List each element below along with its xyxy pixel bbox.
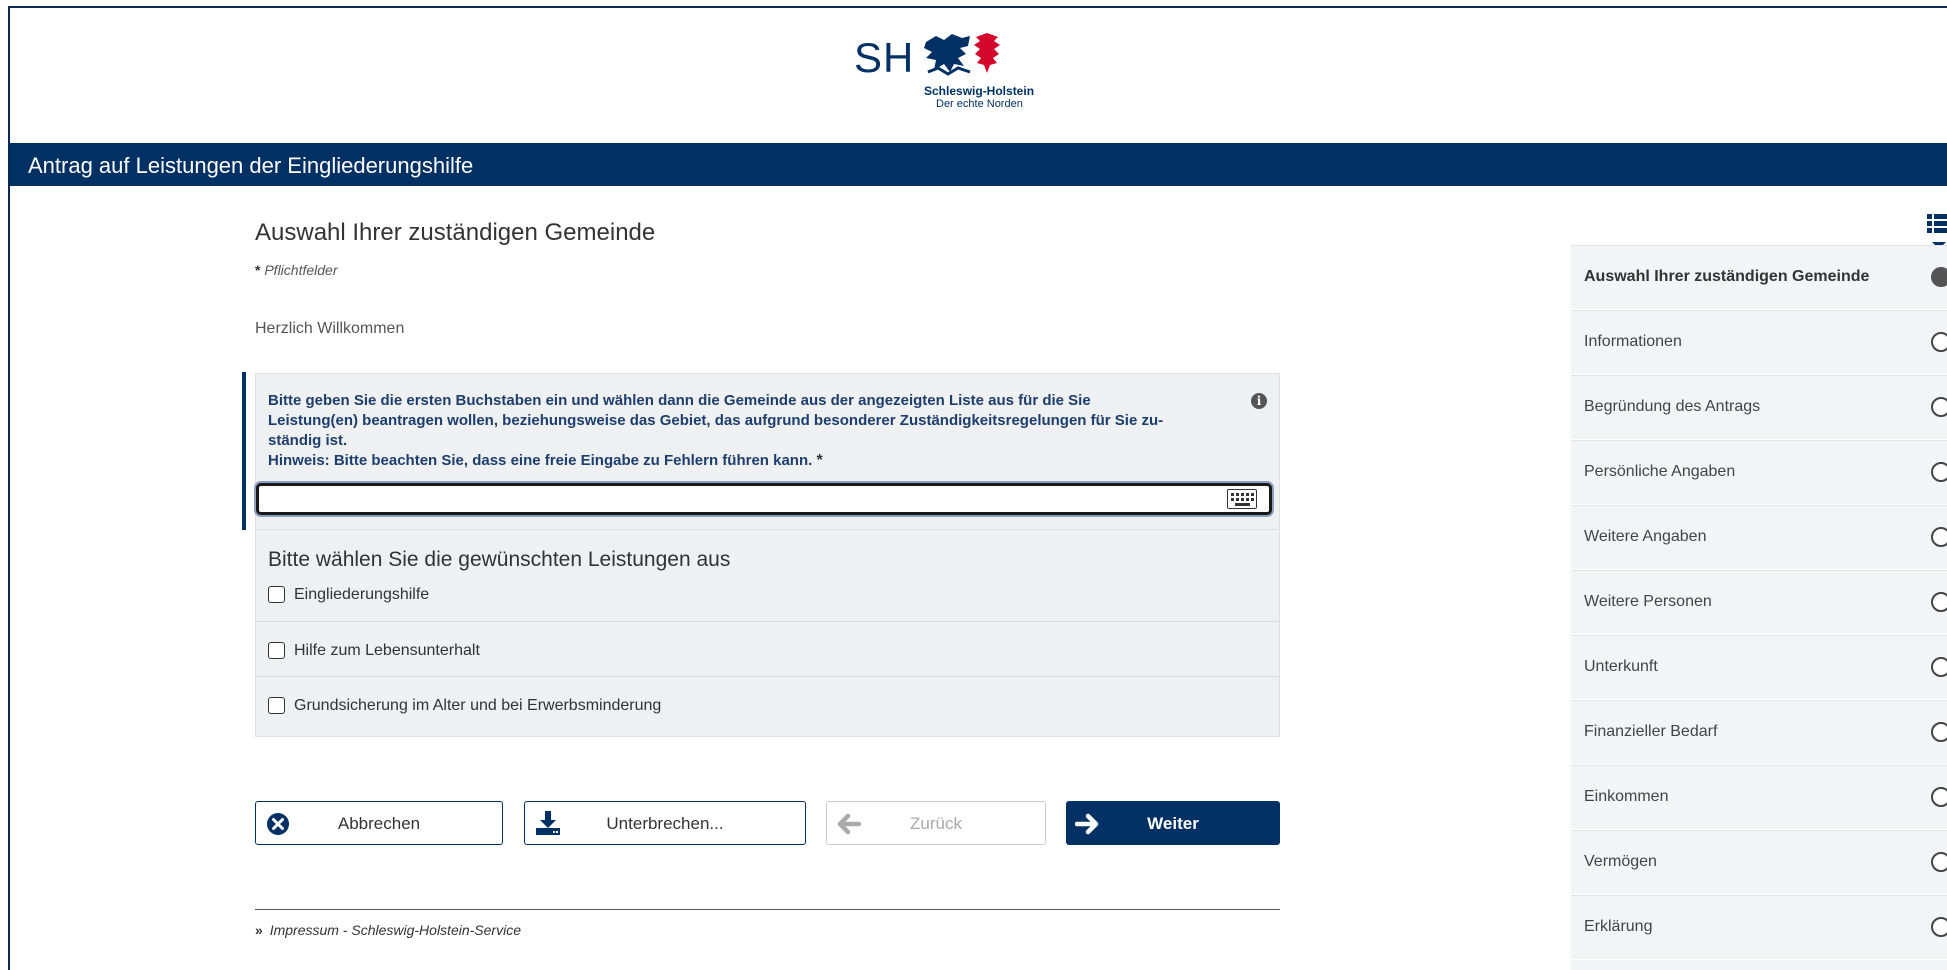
step-label[interactable]: Persönliche Angaben xyxy=(1584,463,1735,481)
step-weitere-angaben[interactable]: Weitere Angaben xyxy=(1571,505,1947,570)
step-informationen[interactable]: Informationen xyxy=(1571,310,1947,375)
cancel-button[interactable]: Abbrechen xyxy=(255,801,503,845)
step-status-empty-icon xyxy=(1931,657,1947,677)
label-line-4: Hinweis: Bitte beachten Sie, dass eine f… xyxy=(268,452,823,469)
step-unterkunft[interactable]: Unterkunft xyxy=(1571,635,1947,700)
step-status-empty-icon xyxy=(1931,917,1947,937)
lion-icon xyxy=(924,34,971,76)
step-status-empty-icon xyxy=(1931,462,1947,482)
steps-sidebar: Auswahl Ihrer zuständigen Gemeinde Infor… xyxy=(1571,245,1947,970)
field-focus-accent xyxy=(242,372,246,530)
back-label: Zurück xyxy=(910,814,962,833)
welcome-text: Herzlich Willkommen xyxy=(255,320,405,337)
steps-list-icon[interactable] xyxy=(1927,214,1947,234)
logo-abbr: SH xyxy=(854,34,915,81)
municipality-input[interactable] xyxy=(256,483,1272,515)
step-label[interactable]: Weitere Personen xyxy=(1584,593,1712,611)
required-marker: * xyxy=(255,262,261,278)
logo-slogan: Der echte Norden xyxy=(936,98,1023,110)
step-label[interactable]: Auswahl Ihrer zuständigen Gemeinde xyxy=(1584,268,1869,286)
services-title: Bitte wählen Sie die gewünschten Leistun… xyxy=(268,548,731,571)
double-chevron-right-icon: » xyxy=(255,922,263,938)
step-status-empty-icon xyxy=(1931,592,1947,612)
step-label[interactable]: Einkommen xyxy=(1584,788,1668,806)
pause-button[interactable]: Unterbrechen... xyxy=(524,801,806,845)
step-gemeinde[interactable]: Auswahl Ihrer zuständigen Gemeinde xyxy=(1571,245,1947,310)
next-button[interactable]: Weiter xyxy=(1066,801,1280,845)
service-checkbox[interactable] xyxy=(268,642,285,659)
service-option-grundsicherung[interactable]: Grundsicherung im Alter und bei Erwerbsm… xyxy=(256,676,1279,731)
service-label[interactable]: Grundsicherung im Alter und bei Erwerbsm… xyxy=(294,697,661,715)
service-checkbox[interactable] xyxy=(268,697,285,714)
field-required-marker: * xyxy=(816,452,823,469)
step-label[interactable]: Finanzieller Bedarf xyxy=(1584,723,1717,741)
municipality-field-panel: Bitte geben Sie die ersten Buchstaben ei… xyxy=(255,373,1280,530)
service-checkbox[interactable] xyxy=(268,586,285,603)
page-heading: Auswahl Ihrer zuständigen Gemeinde xyxy=(255,219,656,246)
step-persoenliche-angaben[interactable]: Persönliche Angaben xyxy=(1571,440,1947,505)
label-line-1: Bitte geben Sie die ersten Buchstaben ei… xyxy=(268,392,1091,409)
footer-divider xyxy=(255,909,1280,910)
step-status-empty-icon xyxy=(1931,527,1947,547)
step-erklaerung[interactable]: Erklärung xyxy=(1571,895,1947,960)
step-finanzieller-bedarf[interactable]: Finanzieller Bedarf xyxy=(1571,700,1947,765)
services-panel: Bitte wählen Sie die gewünschten Leistun… xyxy=(255,530,1280,737)
cancel-label: Abbrechen xyxy=(337,814,421,833)
impressum-link[interactable]: » Impressum - Schleswig-Holstein-Service xyxy=(255,922,521,938)
step-status-filled-icon xyxy=(1931,267,1947,287)
required-note-text: Pflichtfelder xyxy=(264,262,338,278)
municipality-field-label: Bitte geben Sie die ersten Buchstaben ei… xyxy=(268,391,1228,471)
step-begruendung[interactable]: Begründung des Antrags xyxy=(1571,375,1947,440)
back-button[interactable]: Zurück xyxy=(826,801,1046,845)
step-status-empty-icon xyxy=(1931,332,1947,352)
step-label[interactable]: Informationen xyxy=(1584,333,1682,351)
step-label[interactable]: Unterkunft xyxy=(1584,658,1658,676)
service-option-lebensunterhalt[interactable]: Hilfe zum Lebensunterhalt xyxy=(256,621,1279,676)
step-status-empty-icon xyxy=(1931,397,1947,417)
step-label[interactable]: Begründung des Antrags xyxy=(1584,398,1760,416)
nettle-leaf-icon xyxy=(974,33,1000,73)
logo-name: Schleswig-Holstein xyxy=(924,84,1035,98)
step-einkommen[interactable]: Einkommen xyxy=(1571,765,1947,830)
pause-label: Unterbrechen... xyxy=(606,814,724,833)
service-label[interactable]: Eingliederungshilfe xyxy=(294,586,429,604)
step-label[interactable]: Weitere Angaben xyxy=(1584,528,1706,546)
label-line-3: ständig ist. xyxy=(268,432,348,449)
step-status-empty-icon xyxy=(1931,852,1947,872)
step-label[interactable]: Vermögen xyxy=(1584,853,1657,871)
step-weitere-personen[interactable]: Weitere Personen xyxy=(1571,570,1947,635)
step-label[interactable]: Erklärung xyxy=(1584,918,1652,936)
step-vermoegen[interactable]: Vermögen xyxy=(1571,830,1947,895)
step-status-empty-icon xyxy=(1931,787,1947,807)
title-bar: Antrag auf Leistungen der Eingliederungs… xyxy=(10,143,1947,186)
impressum-link-text[interactable]: Impressum - Schleswig-Holstein-Service xyxy=(270,922,521,938)
label-line-2: Leistung(en) beantragen wollen, beziehun… xyxy=(268,412,1164,429)
service-label[interactable]: Hilfe zum Lebensunterhalt xyxy=(294,642,480,660)
application-title: Antrag auf Leistungen der Eingliederungs… xyxy=(28,153,474,178)
required-note: * Pflichtfelder xyxy=(255,262,338,278)
next-label: Weiter xyxy=(1147,814,1199,833)
info-icon[interactable]: i xyxy=(1251,393,1267,409)
step-status-empty-icon xyxy=(1931,722,1947,742)
sh-logo: SH Schleswig-Holstein Der echte Norden xyxy=(852,28,1035,118)
keyboard-icon[interactable] xyxy=(1227,489,1257,509)
